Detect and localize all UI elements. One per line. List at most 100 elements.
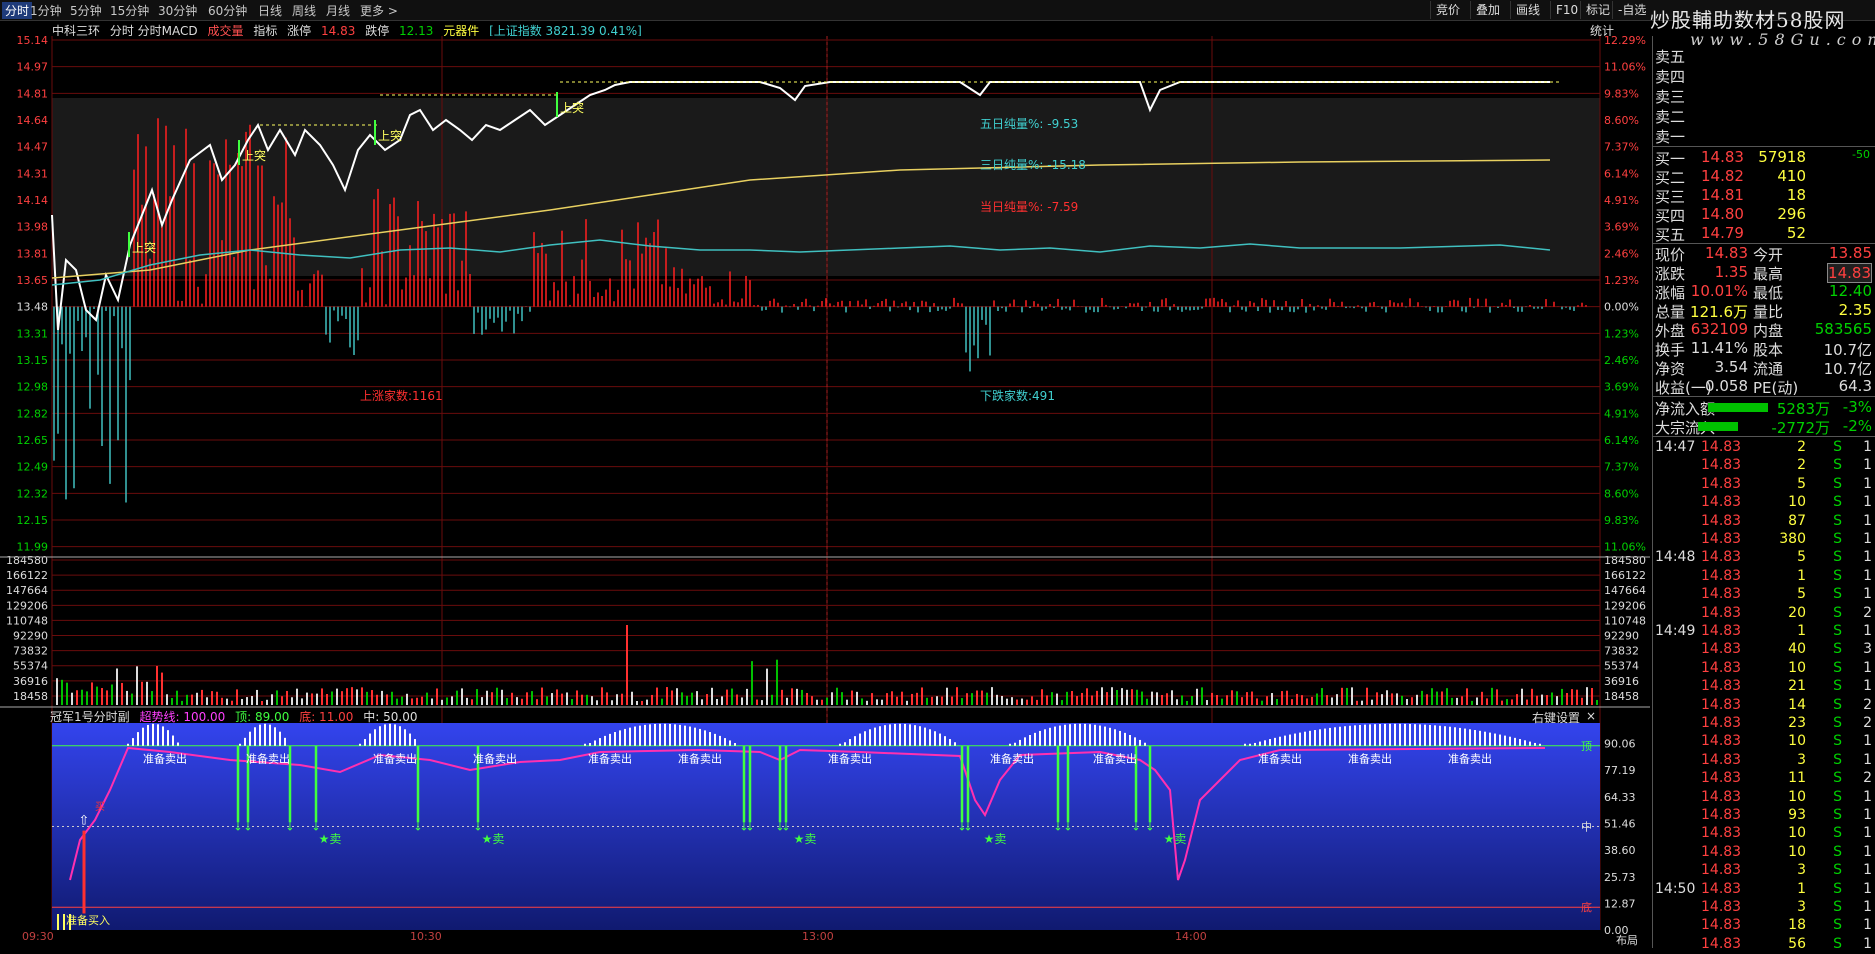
price-axis-label: 13.48 — [17, 301, 49, 314]
prepare-sell-label: 准备卖出 — [1258, 751, 1302, 765]
tick-count: 2 — [1863, 696, 1872, 713]
indicator-axis-label: 64.33 — [1604, 791, 1636, 804]
tick-volume: 10 — [1788, 825, 1806, 842]
tick-price: 14.83 — [1701, 788, 1742, 805]
mark-button[interactable]: 标记 — [1580, 1, 1615, 19]
volume-axis-label: 166122 — [6, 569, 48, 582]
quote-label: 最低 — [1753, 284, 1784, 302]
right-click-settings[interactable]: 右键设置 — [1532, 709, 1580, 726]
draw-button[interactable]: 画线 — [1510, 1, 1545, 19]
bid-volume: 410 — [1777, 167, 1806, 185]
breakout-label: 上突 — [242, 148, 266, 163]
tick-count: 1 — [1863, 825, 1872, 842]
bid-level-3: 买三 14.81 18 — [1653, 186, 1875, 206]
tick-side: S — [1833, 659, 1842, 676]
tick-volume: 1 — [1797, 623, 1806, 639]
time-label-1400: 14:00 — [1175, 930, 1207, 943]
price-axis-label: 14.47 — [17, 141, 49, 154]
tab-15min[interactable]: 15分钟 — [110, 2, 149, 19]
tab-more[interactable]: 更多 > — [360, 2, 398, 19]
quote-value: 3.54 — [1714, 358, 1748, 376]
tab-daily[interactable]: 日线 — [258, 2, 282, 19]
quote-panel: 卖五 卖四 卖三 卖二 卖一 买一 14.83 57918 -50 买二 14.82 410… — [1652, 36, 1875, 952]
tick-time: 14:49 — [1655, 623, 1696, 639]
quote-value: 10.7亿 — [1823, 360, 1872, 378]
tick-price: 14.83 — [1701, 899, 1742, 915]
f10-button[interactable]: F10 — [1550, 1, 1583, 19]
ask-level-1: 卖一 — [1655, 128, 1686, 146]
bid-price: 14.83 — [1701, 148, 1744, 166]
auction-button[interactable]: 竞价 — [1430, 1, 1465, 19]
tick-row: 14.83 3 S 1 — [1653, 752, 1875, 770]
price-axis-label: 11.99 — [17, 541, 49, 554]
tick-price: 14.83 — [1701, 439, 1742, 455]
tab-1min[interactable]: 1分钟 — [30, 2, 62, 19]
tick-volume: 14 — [1788, 696, 1806, 713]
tick-volume: 56 — [1788, 935, 1806, 952]
ask-level-3: 卖三 — [1655, 88, 1686, 106]
tick-count: 1 — [1863, 659, 1872, 676]
tick-count: 1 — [1863, 494, 1872, 511]
sell-arrow-icon: ↓ — [781, 821, 790, 834]
tick-row: 14.83 20 S 2 — [1653, 605, 1875, 623]
tick-price: 14.83 — [1701, 623, 1742, 639]
tick-count: 1 — [1863, 807, 1872, 823]
tab-60min[interactable]: 60分钟 — [208, 2, 247, 19]
time-label-0930: 09:30 — [22, 930, 54, 943]
tick-volume: 5 — [1797, 475, 1806, 492]
today-volume-label: 当日纯量%: -7.59 — [980, 200, 1079, 214]
layout-button[interactable]: 布局 — [1616, 932, 1638, 948]
watchlist-button[interactable]: -自选 — [1612, 1, 1651, 19]
volume-axis-label-right: 92290 — [1604, 630, 1639, 643]
overlay-button[interactable]: 叠加 — [1470, 1, 1505, 19]
indicator-axis-label: 90.06 — [1604, 738, 1636, 751]
pct-axis-label: 4.91% — [1604, 407, 1639, 420]
tick-count: 1 — [1863, 531, 1872, 547]
prepare-sell-label: 准备卖出 — [473, 751, 517, 765]
tick-count: 1 — [1863, 475, 1872, 492]
prepare-sell-label: 准备卖出 — [1348, 751, 1392, 765]
tick-count: 1 — [1863, 880, 1872, 897]
flow-bar — [1698, 422, 1738, 431]
tick-side: S — [1833, 733, 1842, 750]
quote-value: 10.01% — [1690, 282, 1748, 300]
tick-row: 14.83 87 S 1 — [1653, 513, 1875, 531]
sell-arrow-icon: ↓ — [233, 821, 242, 834]
tick-price: 14.83 — [1701, 715, 1742, 731]
tick-row: 14.83 56 S 1 — [1653, 936, 1875, 954]
tick-side: S — [1833, 917, 1842, 934]
pct-axis-label: 0.00% — [1604, 301, 1639, 314]
tick-side: S — [1833, 567, 1842, 584]
pct-axis-label: 11.06% — [1604, 61, 1646, 74]
quote-label: PE(动) — [1753, 379, 1799, 397]
tick-row: 14:49 14.83 1 S 1 — [1653, 623, 1875, 641]
tick-row: 14.83 10 S 1 — [1653, 660, 1875, 678]
tick-volume: 1 — [1797, 880, 1806, 897]
tab-weekly[interactable]: 周线 — [292, 2, 316, 19]
sell-arrow-icon: ↓ — [1053, 821, 1062, 834]
tab-30min[interactable]: 30分钟 — [158, 2, 197, 19]
bid-level-4: 买四 14.80 296 — [1653, 205, 1875, 225]
indicator-axis-label: 77.19 — [1604, 764, 1636, 777]
tab-monthly[interactable]: 月线 — [326, 2, 350, 19]
tick-side: S — [1833, 788, 1842, 805]
tick-volume: 20 — [1788, 604, 1806, 621]
flow-pct: -3% — [1842, 398, 1872, 416]
tick-count: 1 — [1863, 512, 1872, 529]
pct-axis-label: 3.69% — [1604, 381, 1639, 394]
price-axis-label: 12.82 — [17, 407, 49, 420]
volume-axis-label-right: 73832 — [1604, 645, 1639, 658]
time-label-1030: 10:30 — [410, 930, 442, 943]
volume-axis-label: 73832 — [13, 645, 48, 658]
mid-side-label: 中 — [1581, 821, 1592, 834]
sell-mark: ★卖 — [984, 832, 1007, 846]
top-side-label: 顶 — [1581, 740, 1592, 753]
indicator-panel-name[interactable]: 冠军1号分时副 — [50, 710, 130, 724]
tab-intraday[interactable]: 分时 — [2, 2, 33, 19]
quote-value: 12.40 — [1829, 282, 1872, 300]
close-indicator-icon[interactable]: × — [1586, 709, 1596, 723]
tab-5min[interactable]: 5分钟 — [70, 2, 102, 19]
tick-price: 14.83 — [1701, 825, 1742, 842]
prepare-sell-label: 准备卖出 — [1093, 751, 1137, 765]
tick-price: 14.83 — [1701, 807, 1742, 823]
